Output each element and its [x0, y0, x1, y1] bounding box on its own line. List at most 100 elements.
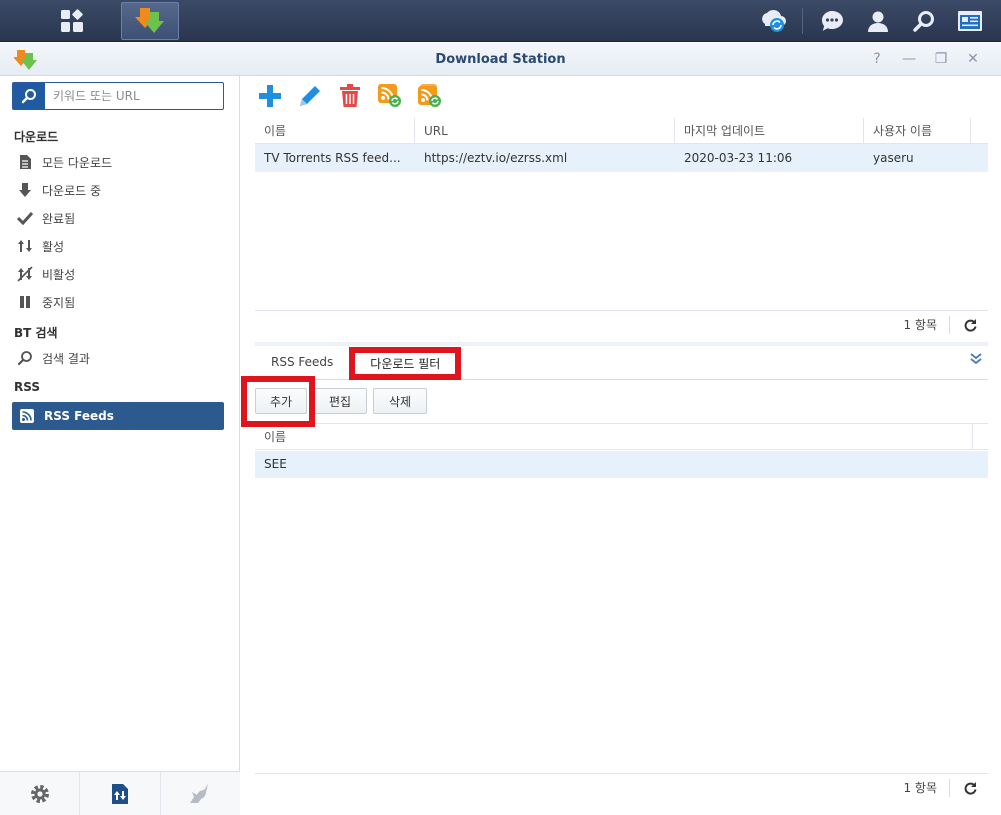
window-controls: ? — ❐ ✕: [869, 51, 981, 67]
close-icon[interactable]: ✕: [965, 51, 981, 67]
user-icon: [868, 11, 888, 32]
refresh-feed-button[interactable]: [375, 82, 405, 110]
footer-separator: [949, 778, 950, 797]
sidebar-item-paused[interactable]: 중지됨: [14, 290, 224, 314]
search-engine-button[interactable]: [160, 772, 240, 815]
tab-download-filter[interactable]: 다운로드 필터: [349, 347, 462, 380]
delete-filter-button[interactable]: 삭제: [373, 388, 427, 414]
search-icon: [21, 89, 36, 104]
check-icon: [14, 211, 36, 225]
filter-table-header: 이름: [255, 423, 988, 450]
table-row[interactable]: SEE: [255, 451, 988, 478]
table-header: 이름 URL 마지막 업데이트 사용자 이름: [255, 118, 988, 144]
filter-table-footer: 1 항목: [255, 773, 988, 801]
rss-icon: [16, 409, 38, 423]
delete-button[interactable]: [335, 82, 365, 110]
toolbar: [255, 82, 445, 110]
restore-icon[interactable]: ❐: [933, 51, 949, 67]
sidebar-bottom-bar: [0, 771, 240, 815]
sidebar-item-label: 활성: [42, 239, 65, 254]
edit-pencil-icon: [300, 86, 320, 106]
sidebar-item-active[interactable]: 활성: [14, 234, 224, 258]
item-count: 1 항목: [903, 781, 937, 795]
sidebar-item-label: 완료됨: [42, 211, 76, 226]
cell-name: TV Torrents RSS feed...: [264, 151, 401, 165]
column-header-name[interactable]: 이름: [255, 424, 973, 449]
up-down-arrows-icon: [14, 238, 36, 254]
add-button[interactable]: [255, 82, 285, 110]
download-station-taskbar-button[interactable]: [121, 2, 179, 40]
add-icon: [259, 85, 281, 107]
refresh-button[interactable]: [962, 781, 978, 795]
feeds-table: 이름 URL 마지막 업데이트 사용자 이름 TV Torrents RSS f…: [255, 118, 988, 172]
sidebar-item-label: 검색 결과: [42, 351, 90, 366]
user-button[interactable]: [855, 0, 901, 42]
collapse-button[interactable]: [970, 352, 982, 369]
transfer-icon: [111, 783, 128, 804]
nav-group-rss: RSS: [14, 380, 40, 394]
minimize-icon[interactable]: —: [901, 51, 917, 67]
column-header-username[interactable]: 사용자 이름: [864, 118, 971, 143]
table-row[interactable]: TV Torrents RSS feed... https://eztv.io/…: [255, 144, 988, 172]
inactive-arrows-icon: [14, 266, 36, 282]
settings-gear-icon: [30, 784, 49, 803]
tab-rss-feeds[interactable]: RSS Feeds: [255, 346, 349, 379]
rss-refresh-icon: [378, 84, 401, 107]
cell-url: https://eztv.io/ezrss.xml: [424, 151, 568, 165]
settings-button[interactable]: [0, 772, 81, 815]
column-header-last-update[interactable]: 마지막 업데이트: [675, 118, 864, 143]
column-header-url[interactable]: URL: [415, 118, 675, 143]
search-button[interactable]: [13, 83, 45, 109]
sidebar-item-completed[interactable]: 완료됨: [14, 206, 224, 230]
edit-filter-button[interactable]: 편집: [313, 388, 367, 414]
column-header-name[interactable]: 이름: [255, 118, 415, 143]
search-icon: [913, 11, 934, 32]
nav-group-download: 다운로드: [14, 130, 59, 144]
document-icon: [14, 154, 36, 170]
footer-separator: [949, 315, 950, 334]
sidebar-item-all-downloads[interactable]: 모든 다운로드: [14, 150, 224, 174]
transfer-button[interactable]: [80, 772, 161, 815]
cloud-sync-button[interactable]: [750, 0, 796, 42]
cloud-sync-icon: [762, 9, 786, 32]
chat-button[interactable]: [809, 0, 855, 42]
refresh-button[interactable]: [962, 318, 978, 332]
sidebar-item-inactive[interactable]: 비활성: [14, 262, 224, 286]
sidebar-item-label: 비활성: [42, 267, 76, 282]
widgets-icon: [958, 11, 982, 31]
filter-button-row: 추가 편집 삭제: [255, 388, 427, 416]
search-box: [12, 82, 224, 110]
delete-trash-icon: [340, 84, 360, 107]
help-icon[interactable]: ?: [869, 51, 885, 67]
search-input[interactable]: [45, 84, 223, 108]
sidebar-item-downloading[interactable]: 다운로드 중: [14, 178, 224, 202]
sidebar-item-rss-feeds[interactable]: RSS Feeds: [12, 402, 224, 430]
widgets-button[interactable]: [947, 0, 993, 42]
sidebar-item-label: RSS Feeds: [44, 409, 114, 423]
cell-username: yaseru: [873, 151, 914, 165]
window-title: Download Station: [435, 52, 566, 67]
add-filter-button[interactable]: 추가: [255, 388, 307, 414]
arrow-down-icon: [14, 182, 36, 198]
edit-button[interactable]: [295, 82, 325, 110]
taskbar-right: [750, 0, 993, 42]
double-chevron-down-icon: [970, 353, 982, 365]
detail-tabs: RSS Feeds 다운로드 필터: [255, 342, 988, 380]
taskbar-separator: [802, 8, 803, 34]
refresh-icon: [964, 318, 977, 332]
chat-icon: [822, 11, 843, 31]
search-button[interactable]: [901, 0, 947, 42]
pause-icon: [14, 295, 36, 309]
sidebar-item-label: 모든 다운로드: [42, 155, 113, 170]
main-panel: 이름 URL 마지막 업데이트 사용자 이름 TV Torrents RSS f…: [241, 76, 1001, 815]
sidebar: 다운로드 모든 다운로드 다운로드 중 완료됨 활성 비활성 중지됨: [0, 76, 240, 815]
sidebar-item-label: 중지됨: [42, 295, 76, 310]
item-count: 1 항목: [903, 318, 937, 332]
sidebar-item-search-results[interactable]: 검색 결과: [14, 346, 224, 370]
cell-last-update: 2020-03-23 11:06: [684, 151, 793, 165]
main-menu-icon: [61, 9, 83, 32]
feeds-table-footer: 1 항목: [255, 310, 988, 338]
refresh-all-feeds-button[interactable]: [415, 82, 445, 110]
main-menu-button[interactable]: [34, 2, 110, 40]
window-titlebar: Download Station ? — ❐ ✕: [0, 43, 1001, 76]
